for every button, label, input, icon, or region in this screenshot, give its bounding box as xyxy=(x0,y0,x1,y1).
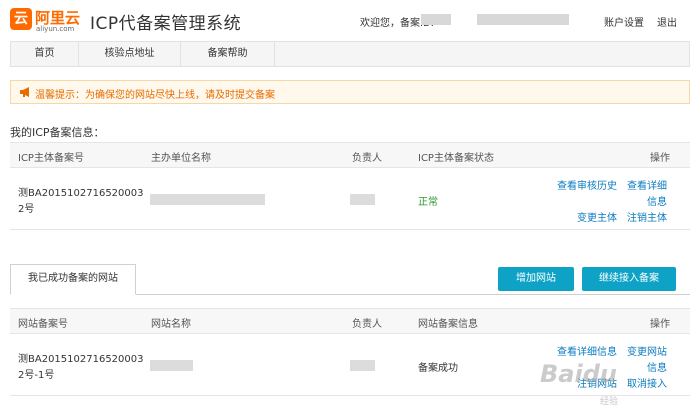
view-audit-history-link[interactable]: 查看审核历史 xyxy=(557,177,617,192)
view-details-link-cont[interactable]: 信息 xyxy=(647,193,667,208)
tab-registered-sites[interactable]: 我已成功备案的网站 xyxy=(10,264,136,295)
add-site-button[interactable]: 增加网站 xyxy=(498,267,574,291)
logout-link[interactable]: 退出 xyxy=(657,14,677,29)
subject-table-header: ICP主体备案号 主办单位名称 负责人 ICP主体备案状态 操作 xyxy=(10,142,690,168)
subject-status-badge: 正常 xyxy=(418,197,438,208)
megaphone-icon xyxy=(19,86,33,98)
view-details-link[interactable]: 查看详细 xyxy=(627,177,667,192)
watermark-subtext: 经验 xyxy=(600,397,619,407)
change-subject-link[interactable]: 变更主体 xyxy=(577,209,617,224)
change-site-link[interactable]: 变更网站 xyxy=(627,343,667,358)
subject-record-no-line2: 2号 xyxy=(18,204,35,215)
table-row: 测BA2015102716520003 2号 正常 查看审核历史 查看详细 信息… xyxy=(10,168,690,230)
col-subject-status: ICP主体备案状态 xyxy=(418,153,494,164)
site-view-details-link[interactable]: 查看详细信息 xyxy=(557,343,617,358)
nav-home[interactable]: 首页 xyxy=(11,42,79,66)
aliyun-logo[interactable]: 云 阿里云 aliyun.com xyxy=(10,8,82,34)
notice-text: 温馨提示：为确保您的网站尽快上线，请及时提交备案 xyxy=(35,90,275,101)
site-info-status: 备案成功 xyxy=(418,363,458,374)
account-settings-link[interactable]: 账户设置 xyxy=(604,14,644,29)
main-nav: 首页 核验点地址 备案帮助 xyxy=(10,41,690,67)
subject-section-title: 我的ICP备案信息： xyxy=(10,126,105,139)
nav-help[interactable]: 备案帮助 xyxy=(181,42,275,66)
subject-record-no-line1: 测BA2015102716520003 xyxy=(18,188,144,199)
username-redacted xyxy=(477,14,569,25)
site-name-redacted xyxy=(150,360,193,371)
col-site-actions: 操作 xyxy=(650,319,670,330)
record-id-redacted xyxy=(421,14,451,25)
col-site-person: 负责人 xyxy=(352,319,382,330)
top-header: 云 阿里云 aliyun.com ICP代备案管理系统 欢迎您，备案ID: 账户… xyxy=(0,0,700,40)
site-record-no-line2: 2号-1号 xyxy=(18,370,55,381)
site-record-no-line1: 测BA2015102716520003 xyxy=(18,354,144,365)
cancel-subject-link[interactable]: 注销主体 xyxy=(627,209,667,224)
logo-domain: aliyun.com xyxy=(36,25,75,33)
sites-tabbar: 我已成功备案的网站 增加网站 继续接入备案 xyxy=(10,264,690,295)
organizer-name-redacted xyxy=(150,194,265,205)
person-redacted xyxy=(350,194,375,205)
site-person-redacted xyxy=(350,360,375,371)
col-site-name: 网站名称 xyxy=(151,319,191,330)
col-person-in-charge: 负责人 xyxy=(352,153,382,164)
col-subject-record-no: ICP主体备案号 xyxy=(18,153,84,164)
cloud-logo-icon: 云 xyxy=(10,8,32,30)
col-organizer-name: 主办单位名称 xyxy=(151,153,211,164)
col-actions: 操作 xyxy=(650,153,670,164)
sites-table-header: 网站备案号 网站名称 负责人 网站备案信息 操作 xyxy=(10,308,690,334)
system-title: ICP代备案管理系统 xyxy=(90,14,242,34)
continue-access-button[interactable]: 继续接入备案 xyxy=(582,267,676,291)
nav-verification-address[interactable]: 核验点地址 xyxy=(79,42,181,66)
col-site-info: 网站备案信息 xyxy=(418,319,478,330)
notice-banner: 温馨提示：为确保您的网站尽快上线，请及时提交备案 xyxy=(10,80,690,104)
col-site-record-no: 网站备案号 xyxy=(18,319,68,330)
